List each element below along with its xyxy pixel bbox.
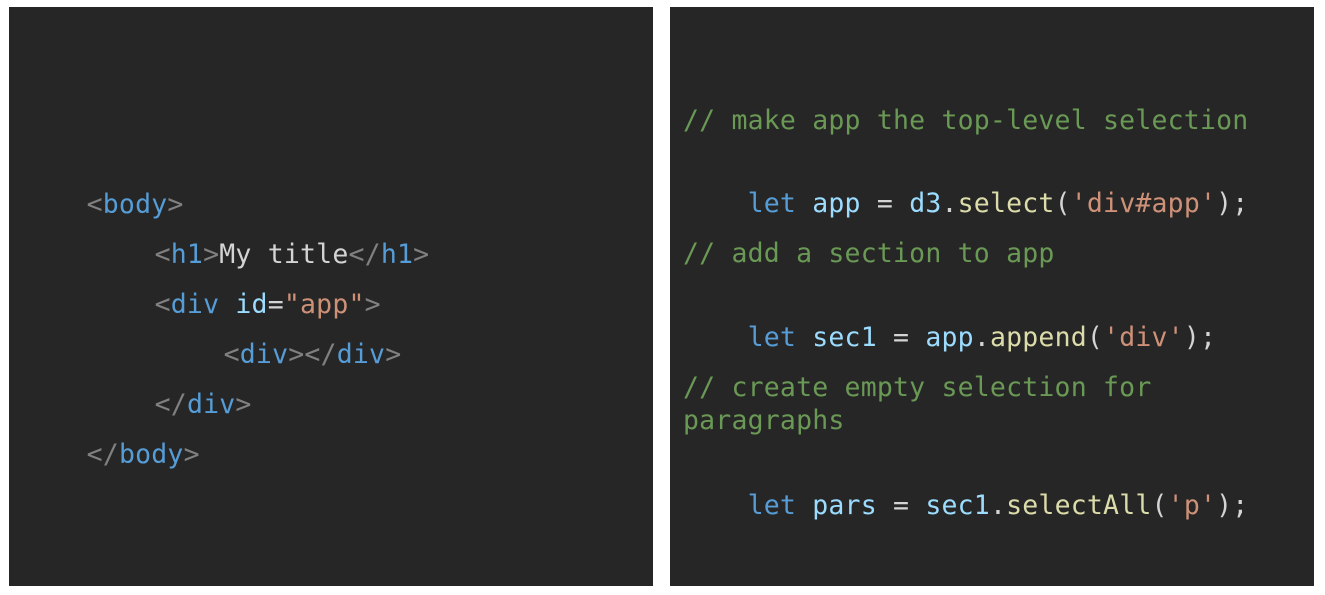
js-operator: = — [893, 322, 910, 353]
js-paren: ( — [1054, 188, 1071, 219]
html-punct: </ — [304, 339, 337, 370]
js-variable: sec1 — [812, 322, 877, 353]
js-paren: ); — [1216, 490, 1249, 521]
html-tag: body — [118, 439, 184, 470]
html-punct: > — [413, 239, 430, 270]
js-function: select — [957, 188, 1055, 219]
js-dot: . — [989, 490, 1007, 521]
js-comment-3b: paragraphs — [683, 405, 845, 436]
js-code-panel: // make app the top-level selection let … — [670, 7, 1314, 586]
js-string: 'p' — [1167, 490, 1217, 521]
js-keyword: let — [747, 490, 797, 521]
js-function: selectAll — [1006, 490, 1152, 521]
html-punct: > — [235, 389, 252, 420]
js-operator: = — [893, 490, 910, 521]
js-paren: ); — [1216, 188, 1249, 219]
js-operator: = — [876, 188, 894, 219]
js-function: append — [989, 322, 1087, 353]
js-object: sec1 — [925, 490, 990, 521]
js-comment-1: // make app the top-level selection — [683, 105, 1249, 136]
html-tag: div — [336, 339, 386, 370]
js-dot: . — [941, 188, 958, 219]
html-line-body-close: </body> — [22, 404, 200, 506]
js-variable: pars — [812, 490, 877, 521]
js-string: 'div#app' — [1070, 188, 1217, 219]
js-paren: ( — [1151, 490, 1168, 521]
js-dot: . — [973, 322, 990, 353]
js-keyword: let — [747, 322, 797, 353]
html-punct: > — [183, 439, 200, 470]
html-punct: > — [385, 339, 402, 370]
js-paren: ( — [1086, 322, 1104, 353]
js-code-line-3: let pars = sec1.selectAll('p'); — [683, 455, 1249, 557]
js-string: 'div' — [1103, 322, 1184, 353]
js-object: d3 — [909, 188, 942, 219]
js-paren: ); — [1183, 322, 1217, 353]
js-variable: app — [812, 188, 861, 219]
js-object: app — [925, 322, 974, 353]
html-tag: h1 — [380, 239, 414, 270]
js-keyword: let — [747, 188, 797, 219]
js-comment-3a: // create empty selection for — [683, 372, 1152, 403]
js-comment-2: // add a section to app — [683, 238, 1055, 269]
html-punct: > — [288, 339, 305, 370]
html-code-panel: <body> <h1>My title</h1> <div id="app"> … — [9, 7, 653, 586]
html-punct: </ — [86, 439, 119, 470]
